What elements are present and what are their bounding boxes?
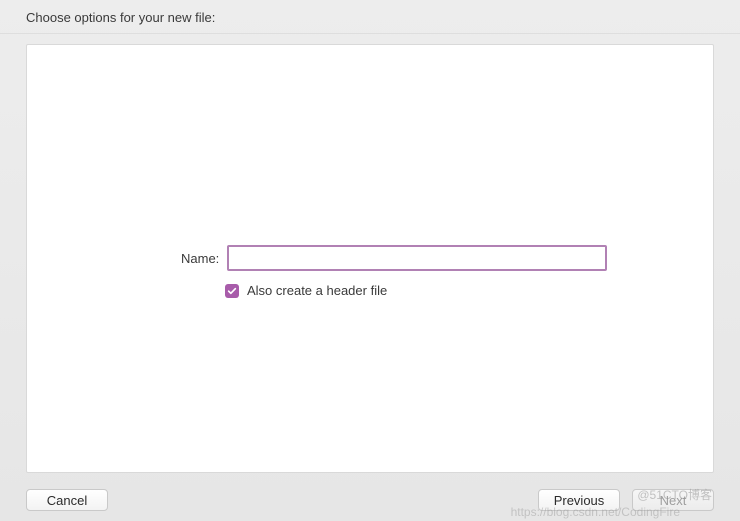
form-area: Name: Also create a header file xyxy=(27,245,713,298)
next-button: Next xyxy=(632,489,714,511)
content-panel: Name: Also create a header file xyxy=(26,44,714,473)
dialog-header: Choose options for your new file: xyxy=(0,0,740,34)
cancel-button[interactable]: Cancel xyxy=(26,489,108,511)
name-row: Name: xyxy=(181,245,607,271)
header-file-row: Also create a header file xyxy=(225,283,387,298)
dialog-title: Choose options for your new file: xyxy=(26,10,215,25)
header-file-checkbox[interactable] xyxy=(225,284,239,298)
previous-button[interactable]: Previous xyxy=(538,489,620,511)
name-input[interactable] xyxy=(227,245,607,271)
checkmark-icon xyxy=(227,286,237,296)
name-label: Name: xyxy=(181,251,219,266)
header-file-label: Also create a header file xyxy=(247,283,387,298)
footer-right-group: Previous Next xyxy=(538,489,714,511)
dialog-footer: Cancel Previous Next xyxy=(26,489,714,511)
